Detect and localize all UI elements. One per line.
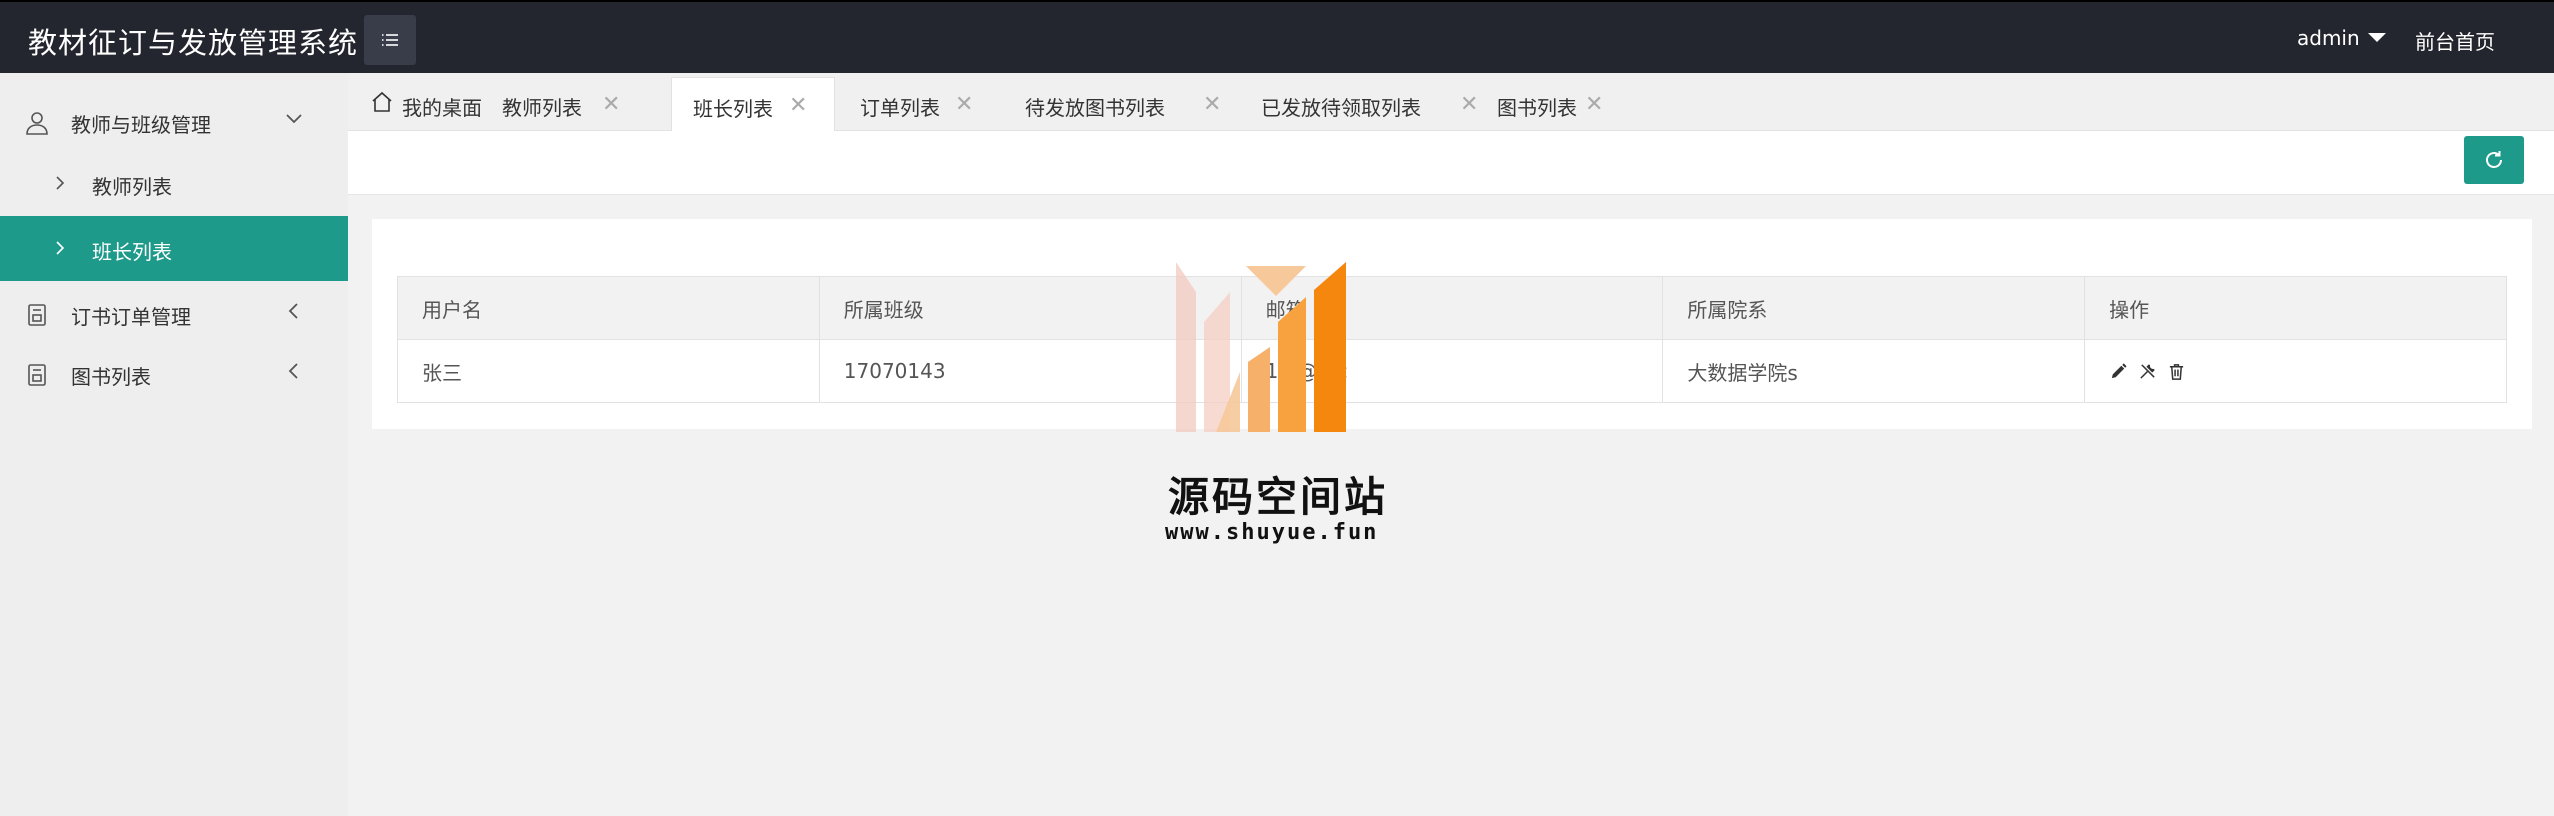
chevron-down-icon: [286, 114, 302, 124]
monitor-table: 用户名 所属班级 邮箱 所属院系 操作 张三 17070143 1...@...…: [397, 276, 2507, 403]
sidebar-item-label: 教师列表: [92, 175, 172, 199]
tab-issued-awaiting[interactable]: 已发放待领取列表 ✕: [1243, 77, 1493, 131]
table-header-row: 用户名 所属班级 邮箱 所属院系 操作: [397, 276, 2507, 340]
tab-label: 教师列表: [502, 96, 582, 120]
close-icon[interactable]: ✕: [602, 92, 620, 117]
close-icon[interactable]: ✕: [1585, 92, 1603, 117]
frontend-home-link[interactable]: 前台首页: [2415, 26, 2495, 55]
delete-icon[interactable]: [2167, 362, 2186, 381]
app-title: 教材征订与发放管理系统: [28, 26, 359, 60]
edit-icon[interactable]: [2109, 362, 2128, 381]
book-icon: [28, 304, 46, 326]
tab-label: 待发放图书列表: [1025, 96, 1165, 120]
column-header: 所属院系: [1662, 276, 2086, 340]
user-menu[interactable]: admin: [2297, 26, 2386, 50]
close-icon[interactable]: ✕: [1203, 92, 1221, 117]
username-label: admin: [2297, 26, 2360, 50]
sidebar-group-orders[interactable]: 订书订单管理: [0, 284, 348, 340]
tab-my-desktop[interactable]: 我的桌面: [348, 77, 482, 131]
top-header: 教材征订与发放管理系统 admin 前台首页: [0, 0, 2554, 73]
sidebar-group-teacher-class[interactable]: 教师与班级管理: [0, 92, 348, 148]
cell-department: 大数据学院s: [1662, 339, 2086, 403]
sidebar-group-label: 教师与班级管理: [71, 113, 211, 137]
chevron-left-icon: [288, 303, 298, 319]
chevron-right-icon: [56, 241, 65, 255]
tab-teacher-list[interactable]: 教师列表 ✕: [484, 77, 642, 131]
book-icon: [28, 364, 46, 386]
table-row: 张三 17070143 1...@...c 大数据学院s: [397, 339, 2507, 403]
home-icon: [372, 91, 392, 112]
sidebar-item-monitor-list[interactable]: 班长列表: [0, 216, 348, 281]
chevron-right-icon: [56, 176, 65, 190]
column-header: 所属班级: [818, 276, 1242, 340]
user-icon: [26, 112, 48, 135]
menu-toggle-button[interactable]: [364, 15, 416, 65]
tab-book-list[interactable]: 图书列表 ✕: [1479, 77, 1639, 131]
watermark-title: 源码空间站: [1168, 473, 1388, 521]
tab-label: 订单列表: [860, 96, 940, 120]
close-icon[interactable]: ✕: [789, 93, 807, 118]
refresh-button[interactable]: [2464, 136, 2524, 184]
caret-down-icon: [2367, 33, 2386, 42]
sidebar-group-label: 订书订单管理: [71, 305, 191, 329]
chevron-left-icon: [288, 363, 298, 379]
sidebar-group-books[interactable]: 图书列表: [0, 344, 348, 400]
tools-icon[interactable]: [2138, 362, 2157, 381]
sidebar-item-teacher-list[interactable]: 教师列表: [0, 151, 348, 216]
column-header: 用户名: [397, 276, 820, 340]
cell-username: 张三: [397, 339, 820, 403]
list-icon: [382, 34, 398, 46]
cell-email: 1...@...c: [1240, 339, 1664, 403]
tab-label: 已发放待领取列表: [1261, 96, 1421, 120]
tab-pending-books[interactable]: 待发放图书列表 ✕: [1007, 77, 1237, 131]
cell-class: 17070143: [818, 339, 1242, 403]
column-header: 邮箱: [1240, 276, 1664, 340]
close-icon[interactable]: ✕: [955, 92, 973, 117]
tab-label: 班长列表: [693, 97, 773, 121]
tab-order-list[interactable]: 订单列表 ✕: [842, 77, 992, 131]
cell-actions: [2084, 339, 2507, 403]
refresh-icon: [2486, 151, 2502, 168]
watermark-url: www.shuyue.fun: [1165, 520, 1379, 545]
content-toolbar: [348, 131, 2554, 195]
tab-bar: 我的桌面 教师列表 ✕ 班长列表 ✕ 订单列表 ✕ 待发放图书列表 ✕ 已发放待…: [348, 73, 2554, 131]
column-header: 操作: [2084, 276, 2507, 340]
sidebar-item-label: 班长列表: [92, 240, 172, 264]
tab-monitor-list[interactable]: 班长列表 ✕: [671, 77, 835, 131]
tab-label: 我的桌面: [402, 96, 482, 120]
close-icon[interactable]: ✕: [1460, 92, 1478, 117]
tab-label: 图书列表: [1497, 96, 1577, 120]
sidebar-group-label: 图书列表: [71, 365, 151, 389]
